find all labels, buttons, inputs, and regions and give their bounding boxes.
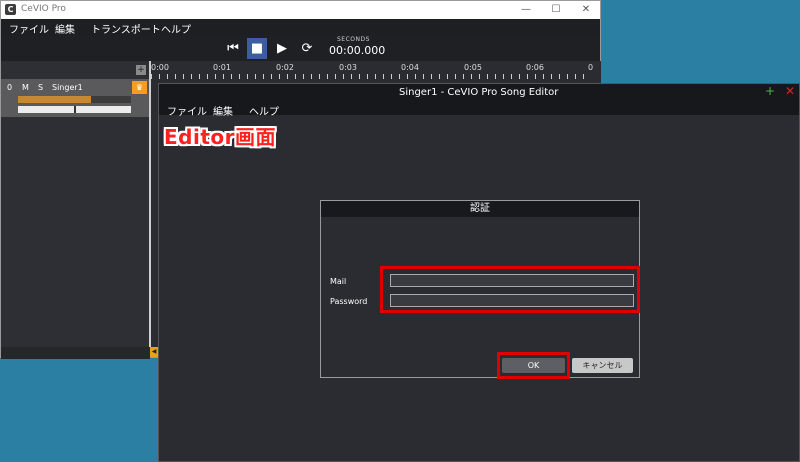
menu-help[interactable]: ヘルプ <box>161 21 191 36</box>
stop-icon: ■ <box>250 41 264 56</box>
editor-title-bar: Singer1 - CeVIO Pro Song Editor + ✕ <box>159 84 799 101</box>
editor-close-button[interactable]: ✕ <box>785 84 795 98</box>
track-number: 0 <box>7 83 13 92</box>
tick-label: 0 <box>588 63 594 72</box>
menu-file[interactable]: ファイル <box>9 21 49 36</box>
menu-transport[interactable]: トランスポート <box>91 21 161 36</box>
dialog-title: 認証 <box>321 201 639 217</box>
minimize-button[interactable]: — <box>511 1 541 19</box>
timeline-ruler[interactable]: 0:00 0:01 0:02 0:03 0:04 0:05 0:06 0 <box>151 61 601 83</box>
skip-to-start-icon: ⏮ <box>227 41 239 56</box>
cancel-button[interactable]: キャンセル <box>572 358 633 373</box>
track-settings-button[interactable]: ♛ <box>132 81 147 94</box>
tick-label: 0:06 <box>526 63 544 72</box>
volume-slider[interactable] <box>18 96 131 103</box>
tick-label: 0:04 <box>401 63 419 72</box>
mute-button[interactable]: M <box>22 83 29 92</box>
play-icon: ▶ <box>277 41 287 56</box>
highlight-box <box>497 352 570 379</box>
pan-knob[interactable] <box>73 106 76 113</box>
track-panel: + 0 M S Singer1 ♛ <box>1 61 149 349</box>
title-bar: C CeVIO Pro — ☐ ✕ <box>1 1 600 19</box>
add-track-button[interactable]: + <box>136 65 146 75</box>
editor-menu-help[interactable]: ヘルプ <box>249 103 279 118</box>
maximize-button[interactable]: ☐ <box>541 1 571 19</box>
timeline-divider[interactable] <box>149 61 151 351</box>
rewind-button[interactable]: ⏮ <box>223 38 243 59</box>
loop-icon: ⟳ <box>301 41 313 56</box>
editor-menu-file[interactable]: ファイル <box>167 103 207 118</box>
menu-bar: ファイル 編集 トランスポート ヘルプ <box>1 19 600 36</box>
song-editor-window: Singer1 - CeVIO Pro Song Editor + ✕ ファイル… <box>158 83 800 462</box>
solo-button[interactable]: S <box>38 83 43 92</box>
time-display: 00:00.000 <box>329 44 386 57</box>
menu-edit[interactable]: 編集 <box>55 21 75 36</box>
tick-label: 0:02 <box>276 63 294 72</box>
tick-label: 0:00 <box>151 63 169 72</box>
password-label: Password <box>330 297 368 306</box>
pan-slider[interactable] <box>18 106 131 113</box>
volume-fill <box>18 96 92 103</box>
app-icon: C <box>5 4 16 15</box>
arrow-left-icon: ◀ <box>151 348 157 355</box>
transport-bar: ⏮ ■ ▶ ⟳ SECONDS 00:00.000 <box>1 35 600 61</box>
ruler-ticks <box>151 74 591 79</box>
mail-label: Mail <box>330 277 347 286</box>
editor-add-button[interactable]: + <box>765 84 775 98</box>
plus-icon: + <box>765 84 776 98</box>
editor-window-title: Singer1 - CeVIO Pro Song Editor <box>399 87 559 98</box>
window-title: CeVIO Pro <box>21 4 66 14</box>
track-name: Singer1 <box>52 83 83 92</box>
close-icon: ✕ <box>785 84 796 98</box>
track-row[interactable]: 0 M S Singer1 ♛ <box>1 79 149 117</box>
crown-icon: ♛ <box>135 83 144 92</box>
annotation-label: Editor画面 <box>164 125 276 149</box>
scroll-left-button[interactable]: ◀ <box>150 347 158 357</box>
status-bar <box>1 347 150 359</box>
close-button[interactable]: ✕ <box>571 1 601 19</box>
loop-button[interactable]: ⟳ <box>297 38 317 59</box>
stop-button[interactable]: ■ <box>247 38 267 59</box>
highlight-box <box>380 266 640 313</box>
tick-label: 0:01 <box>213 63 231 72</box>
editor-menu-edit[interactable]: 編集 <box>213 103 233 118</box>
auth-dialog: 認証 Mail Password OK キャンセル <box>320 200 640 379</box>
seconds-label: SECONDS <box>337 36 370 43</box>
tick-label: 0:05 <box>464 63 482 72</box>
tick-label: 0:03 <box>339 63 357 72</box>
play-button[interactable]: ▶ <box>272 38 292 59</box>
editor-menu-bar: ファイル 編集 ヘルプ <box>159 101 799 118</box>
